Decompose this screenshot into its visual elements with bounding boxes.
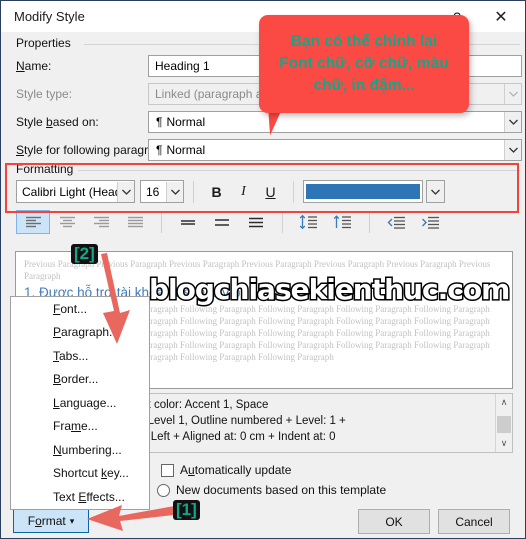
- callout-line-1: Bạn có thể chỉnh lại: [290, 33, 438, 50]
- callout-line-3: chữ, in đậm...: [313, 77, 415, 94]
- toolbar-separator: [282, 211, 283, 233]
- properties-group-label: Properties: [12, 36, 75, 50]
- name-row: Name:: [16, 55, 51, 77]
- menu-label: Language...: [53, 395, 117, 410]
- automatically-update-label: Automatically update: [180, 463, 292, 477]
- menu-item-language[interactable]: Language...: [11, 391, 149, 415]
- chevron-down-icon: [504, 84, 521, 104]
- style-following-value: Normal: [166, 143, 206, 157]
- style-based-on-select[interactable]: ¶ Normal: [148, 111, 522, 133]
- italic-button[interactable]: I: [230, 180, 257, 203]
- font-size-value: 16: [146, 184, 160, 199]
- step-marker-1: [1]: [173, 500, 200, 520]
- align-center-button[interactable]: [50, 210, 84, 234]
- font-color-swatch: [306, 184, 420, 199]
- decrease-indent-button[interactable]: [379, 210, 413, 234]
- bold-button[interactable]: B: [203, 180, 230, 203]
- menu-item-border[interactable]: Border...: [11, 368, 149, 392]
- pilcrow-icon: ¶: [156, 143, 163, 157]
- pilcrow-icon: ¶: [156, 115, 163, 129]
- chevron-down-icon[interactable]: [504, 140, 521, 160]
- style-based-on-label: Style based on:: [16, 115, 99, 129]
- format-button[interactable]: Format ▾: [13, 509, 89, 533]
- menu-item-tabs[interactable]: Tabs...: [11, 344, 149, 368]
- format-button-label: Format: [27, 514, 66, 528]
- font-color-select[interactable]: [303, 180, 423, 203]
- style-based-on-value: Normal: [166, 115, 206, 129]
- new-documents-radio[interactable]: [157, 483, 170, 497]
- automatically-update-checkbox[interactable]: [161, 463, 174, 477]
- new-documents-radio-row[interactable]: New documents based on this template: [157, 483, 386, 497]
- scrollbar-thumb[interactable]: [497, 416, 511, 433]
- toolbar-separator: [193, 180, 194, 203]
- toolbar-separator: [161, 211, 162, 233]
- menu-label: Border...: [53, 372, 99, 387]
- ok-button[interactable]: OK: [358, 509, 430, 534]
- name-label: Name:: [16, 59, 52, 73]
- watermark: blogchiasekienthuc.com: [147, 272, 511, 308]
- underline-button[interactable]: U: [257, 180, 284, 203]
- scroll-down-icon[interactable]: ∨: [496, 435, 512, 452]
- increase-indent-button[interactable]: [413, 210, 447, 234]
- line-spacing-1-5-button[interactable]: [205, 210, 239, 234]
- align-right-button[interactable]: [84, 210, 118, 234]
- caret-down-icon: ▾: [69, 515, 75, 526]
- line-spacing-double-button[interactable]: [239, 210, 273, 234]
- space-after-button[interactable]: [326, 210, 360, 234]
- chevron-down-icon[interactable]: [117, 181, 134, 202]
- menu-label: Frame...: [53, 419, 98, 434]
- menu-label: Shortcut key...: [53, 466, 129, 481]
- chevron-down-icon[interactable]: [504, 112, 521, 132]
- font-size-select[interactable]: 16: [140, 180, 184, 203]
- style-type-label: Style type:: [16, 87, 73, 101]
- style-based-on-row: Style based on:: [16, 111, 99, 133]
- toolbar-separator: [369, 211, 370, 233]
- chevron-down-icon[interactable]: [166, 181, 183, 202]
- window-title: Modify Style: [14, 9, 85, 24]
- space-before-button[interactable]: [292, 210, 326, 234]
- modify-style-dialog: Modify Style ? ✕ Properties Name: Headin…: [0, 0, 526, 539]
- name-field-value: Heading 1: [155, 59, 210, 73]
- menu-label: Font...: [53, 301, 88, 316]
- font-name-value: Calibri Light (Headings): [22, 184, 117, 199]
- menu-item-frame[interactable]: Frame...: [11, 415, 149, 439]
- step-marker-2: [2]: [71, 244, 98, 264]
- style-following-select[interactable]: ¶ Normal: [148, 139, 522, 161]
- arrow-to-paragraph-menu: [101, 253, 130, 344]
- close-icon[interactable]: ✕: [479, 1, 523, 32]
- description-scrollbar[interactable]: ∧ ∨: [495, 394, 512, 452]
- paragraph-toolbar: [16, 210, 447, 234]
- font-toolbar: Calibri Light (Headings) 16 B I U: [16, 180, 445, 203]
- menu-item-numbering[interactable]: Numbering...: [11, 438, 149, 462]
- align-justify-button[interactable]: [118, 210, 152, 234]
- formatting-group-label: Formatting: [12, 162, 78, 176]
- scroll-up-icon[interactable]: ∧: [496, 394, 512, 411]
- menu-label: Tabs...: [53, 348, 89, 363]
- menu-label: Numbering...: [53, 442, 122, 457]
- cancel-button[interactable]: Cancel: [438, 509, 510, 534]
- group-divider-formatting: [78, 170, 520, 171]
- align-left-button[interactable]: [16, 210, 50, 234]
- toolbar-separator: [293, 180, 294, 203]
- callout-line-2: Font chữ, cỡ chữ, màu: [279, 55, 449, 72]
- new-documents-label: New documents based on this template: [176, 483, 387, 497]
- automatically-update-checkbox-row[interactable]: Automatically update: [161, 463, 291, 477]
- font-color-dropdown[interactable]: [426, 180, 445, 203]
- instruction-callout: Bạn có thể chỉnh lại Font chữ, cỡ chữ, m…: [259, 15, 469, 113]
- formatting-group: Formatting Calibri Light (Headings) 16 B…: [8, 162, 520, 247]
- menu-item-shortcut-key[interactable]: Shortcut key...: [11, 462, 149, 486]
- style-type-row: Style type:: [16, 83, 72, 105]
- line-spacing-single-button[interactable]: [171, 210, 205, 234]
- font-name-select[interactable]: Calibri Light (Headings): [16, 180, 135, 203]
